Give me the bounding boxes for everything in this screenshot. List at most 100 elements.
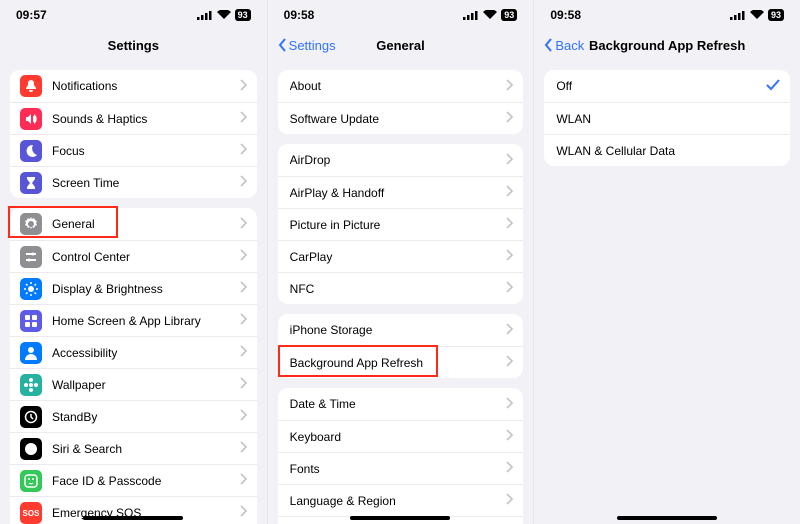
general-row-iphone-storage[interactable]: iPhone Storage	[278, 314, 524, 346]
settings-row-accessibility[interactable]: Accessibility	[10, 336, 257, 368]
screen-settings: 09:57 93 Settings Notifications Sounds &…	[0, 0, 267, 524]
row-label: Background App Refresh	[290, 356, 501, 370]
chevron-right-icon	[506, 461, 513, 476]
settings-list[interactable]: Notifications Sounds & Haptics Focus Scr…	[0, 60, 267, 524]
general-row-fonts[interactable]: Fonts	[278, 452, 524, 484]
nav-title: General	[376, 38, 424, 53]
chevron-right-icon	[506, 185, 513, 200]
settings-row-control-center[interactable]: Control Center	[10, 240, 257, 272]
chevron-right-icon	[240, 79, 247, 94]
bell-icon	[20, 75, 42, 97]
row-label: Wallpaper	[52, 378, 234, 392]
back-label: Settings	[289, 38, 336, 53]
chevron-right-icon	[240, 505, 247, 520]
home-indicator	[83, 516, 183, 520]
option-wlan-cellular-data[interactable]: WLAN & Cellular Data	[544, 134, 790, 166]
row-label: Home Screen & App Library	[52, 314, 234, 328]
general-row-picture-in-picture[interactable]: Picture in Picture	[278, 208, 524, 240]
row-label: Focus	[52, 144, 234, 158]
general-row-about[interactable]: About	[278, 70, 524, 102]
cellular-signal-icon	[730, 10, 746, 20]
settings-row-face-id-passcode[interactable]: Face ID & Passcode	[10, 464, 257, 496]
battery-indicator: 93	[501, 9, 517, 21]
row-label: Software Update	[290, 112, 501, 126]
settings-row-notifications[interactable]: Notifications	[10, 70, 257, 102]
cellular-signal-icon	[197, 10, 213, 20]
battery-indicator: 93	[235, 9, 251, 21]
general-row-airdrop[interactable]: AirDrop	[278, 144, 524, 176]
chevron-right-icon	[240, 345, 247, 360]
status-bar: 09:58 93	[534, 0, 800, 30]
row-label: AirPlay & Handoff	[290, 186, 501, 200]
home-indicator	[617, 516, 717, 520]
chevron-right-icon	[506, 79, 513, 94]
refresh-options-group: Off WLAN WLAN & Cellular Data	[544, 70, 790, 166]
three-screens: 09:57 93 Settings Notifications Sounds &…	[0, 0, 800, 524]
gear-icon	[20, 213, 42, 235]
options-list[interactable]: Off WLAN WLAN & Cellular Data	[534, 60, 800, 524]
general-row-software-update[interactable]: Software Update	[278, 102, 524, 134]
settings-row-sounds-haptics[interactable]: Sounds & Haptics	[10, 102, 257, 134]
back-button[interactable]: Back	[544, 37, 584, 53]
nav-bar: Settings	[0, 30, 267, 60]
grid-icon	[20, 310, 42, 332]
nav-bar: Settings General	[268, 30, 534, 60]
general-row-keyboard[interactable]: Keyboard	[278, 420, 524, 452]
settings-row-general[interactable]: General	[10, 208, 257, 240]
general-list[interactable]: About Software Update AirDrop AirPlay & …	[268, 60, 534, 524]
chevron-right-icon	[240, 143, 247, 158]
option-off[interactable]: Off	[544, 70, 790, 102]
status-time: 09:58	[284, 8, 315, 22]
general-row-language-region[interactable]: Language & Region	[278, 484, 524, 516]
back-button[interactable]: Settings	[278, 37, 336, 53]
chevron-right-icon	[506, 397, 513, 412]
row-label: Siri & Search	[52, 442, 234, 456]
wifi-icon	[750, 10, 764, 20]
chevron-right-icon	[240, 313, 247, 328]
screen-general: 09:58 93 Settings General About Software…	[267, 0, 534, 524]
screen-background-app-refresh: 09:58 93 Back Background App Refresh Off…	[533, 0, 800, 524]
general-row-carplay[interactable]: CarPlay	[278, 240, 524, 272]
chevron-right-icon	[240, 111, 247, 126]
faceid-icon	[20, 470, 42, 492]
home-indicator	[350, 516, 450, 520]
chevron-right-icon	[240, 473, 247, 488]
row-label: NFC	[290, 282, 501, 296]
moon-icon	[20, 140, 42, 162]
option-label: WLAN & Cellular Data	[556, 144, 780, 158]
person-icon	[20, 342, 42, 364]
chevron-right-icon	[240, 249, 247, 264]
chevron-right-icon	[506, 153, 513, 168]
row-label: Face ID & Passcode	[52, 474, 234, 488]
status-bar: 09:57 93	[0, 0, 267, 30]
cellular-signal-icon	[463, 10, 479, 20]
settings-row-wallpaper[interactable]: Wallpaper	[10, 368, 257, 400]
row-label: Picture in Picture	[290, 218, 501, 232]
row-label: Display & Brightness	[52, 282, 234, 296]
siri-icon	[20, 438, 42, 460]
chevron-right-icon	[506, 281, 513, 296]
svg-text:SOS: SOS	[23, 509, 41, 518]
option-wlan[interactable]: WLAN	[544, 102, 790, 134]
settings-row-home-screen-app-library[interactable]: Home Screen & App Library	[10, 304, 257, 336]
general-row-nfc[interactable]: NFC	[278, 272, 524, 304]
back-label: Back	[555, 38, 584, 53]
settings-row-display-brightness[interactable]: Display & Brightness	[10, 272, 257, 304]
settings-group: General Control Center Display & Brightn…	[10, 208, 257, 524]
chevron-right-icon	[240, 217, 247, 232]
general-row-airplay-handoff[interactable]: AirPlay & Handoff	[278, 176, 524, 208]
chevron-right-icon	[240, 441, 247, 456]
general-row-background-app-refresh[interactable]: Background App Refresh	[278, 346, 524, 378]
chevron-right-icon	[240, 409, 247, 424]
chevron-right-icon	[506, 429, 513, 444]
settings-row-standby[interactable]: StandBy	[10, 400, 257, 432]
settings-row-siri-search[interactable]: Siri & Search	[10, 432, 257, 464]
option-label: Off	[556, 79, 760, 93]
settings-row-focus[interactable]: Focus	[10, 134, 257, 166]
row-label: CarPlay	[290, 250, 501, 264]
chevron-right-icon	[506, 249, 513, 264]
row-label: About	[290, 79, 501, 93]
status-time: 09:58	[550, 8, 581, 22]
general-row-date-time[interactable]: Date & Time	[278, 388, 524, 420]
settings-row-screen-time[interactable]: Screen Time	[10, 166, 257, 198]
